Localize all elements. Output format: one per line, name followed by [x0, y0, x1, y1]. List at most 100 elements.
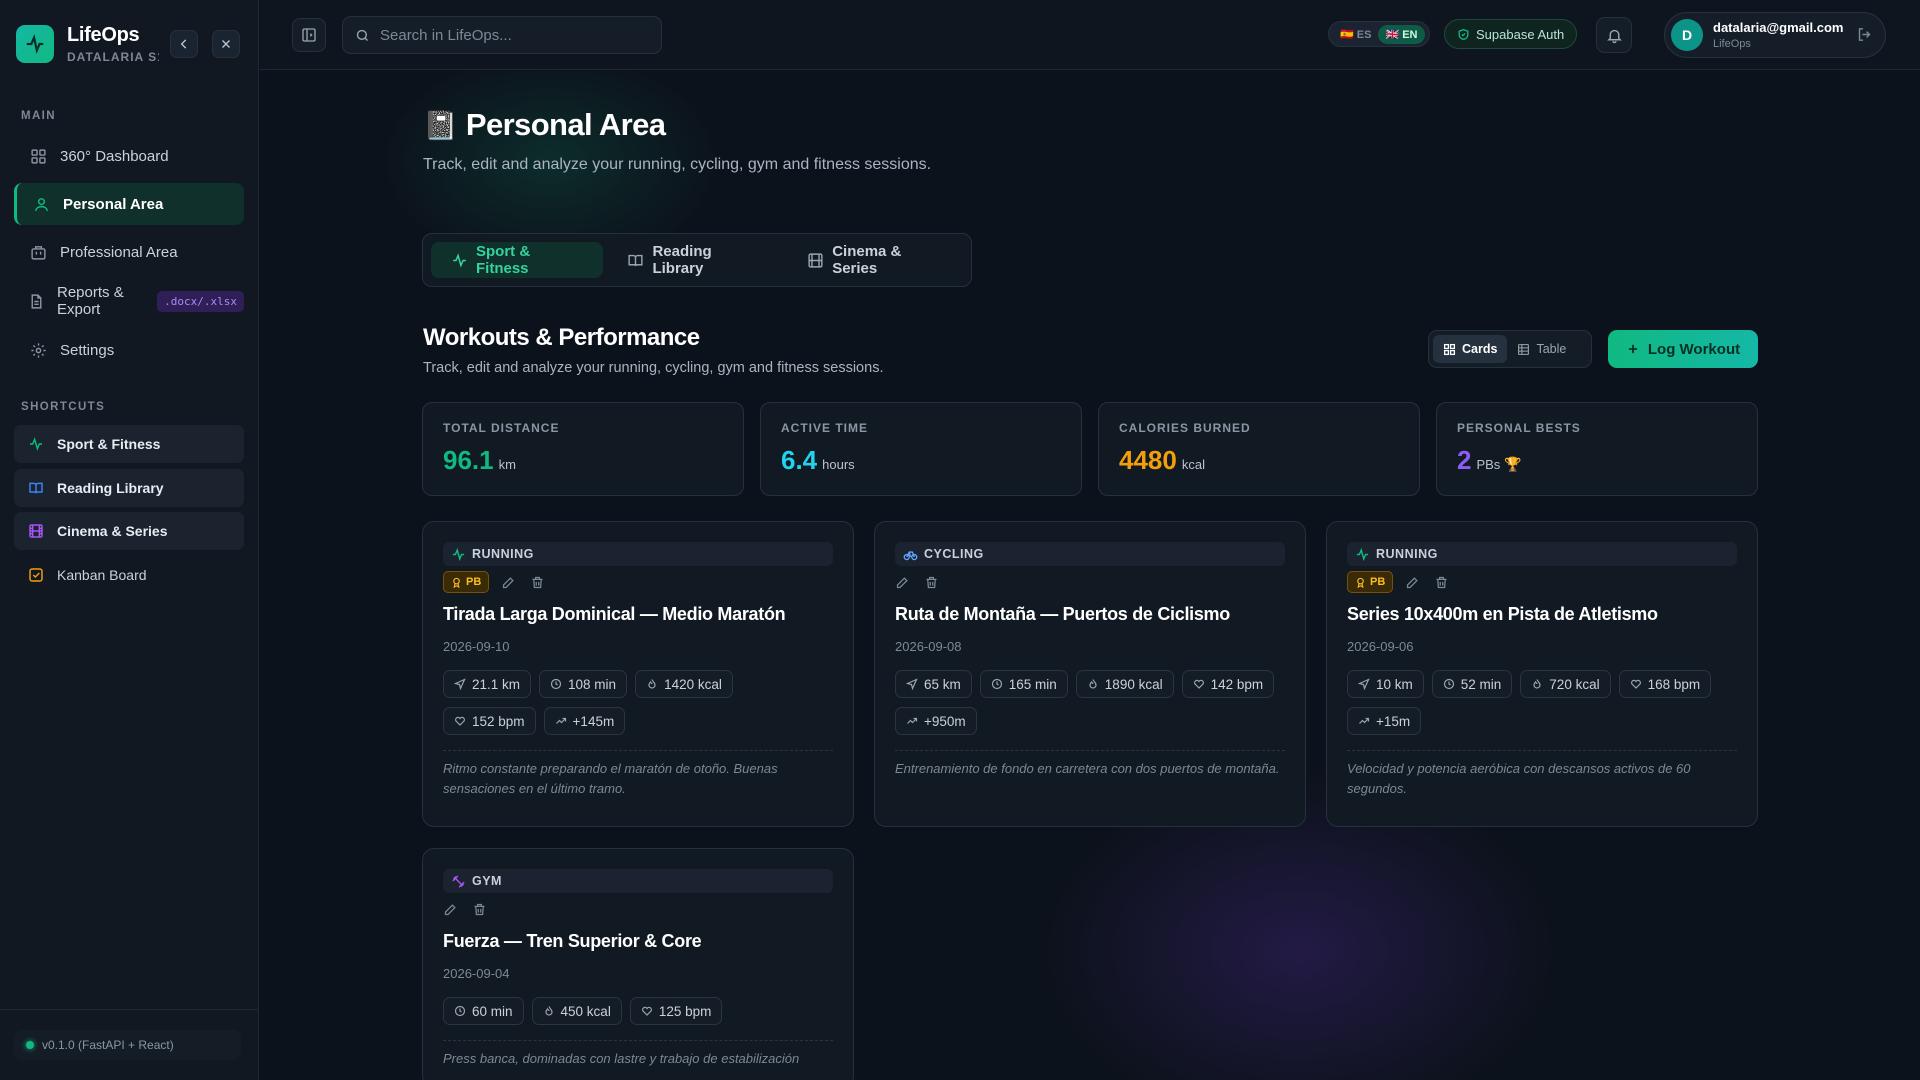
language-switch[interactable]: 🇪🇸 ES 🇬🇧 EN	[1328, 21, 1430, 47]
workout-card[interactable]: GYM Fuerza — Tren Superior & Core 2026-0…	[422, 848, 854, 1080]
elevation-chip: +145m	[543, 707, 626, 735]
book-icon	[627, 252, 644, 269]
elevation-chip: +15m	[1347, 707, 1422, 735]
elevation-chip: +950m	[895, 707, 977, 735]
nav-item-label: Reports & Export	[57, 284, 124, 318]
heart-icon	[1193, 678, 1205, 690]
trash-icon[interactable]	[924, 575, 939, 590]
user-app-label: LifeOps	[1713, 38, 1751, 50]
edit-icon[interactable]	[1405, 575, 1420, 590]
nav-item-label: Professional Area	[60, 243, 178, 261]
tab-cinema-series[interactable]: Cinema & Series	[787, 242, 967, 278]
sidebar-toggle-icon	[302, 28, 316, 42]
workout-note: Press banca, dominadas con lastre y trab…	[443, 1051, 800, 1066]
duration-chip: 60 min	[443, 997, 524, 1025]
auth-label: Supabase Auth	[1476, 26, 1565, 42]
notifications-button[interactable]	[1596, 17, 1632, 53]
clock-icon	[454, 1005, 466, 1017]
stat-calories-burned: CALORIES BURNED 4480 kcal	[1098, 402, 1420, 496]
toggle-sidebar-button[interactable]	[292, 18, 326, 52]
lang-option-es[interactable]: 🇪🇸 ES	[1333, 25, 1378, 44]
shortcut-reading-library[interactable]: Reading Library	[14, 469, 244, 507]
workout-card[interactable]: RUNNING PB Tirada Larga Dominical — Medi…	[422, 521, 854, 827]
workout-card[interactable]: RUNNING PB Series 10x400m en Pista de At…	[1326, 521, 1758, 827]
nav-item-settings[interactable]: Settings	[14, 329, 244, 371]
nav-item-dashboard[interactable]: 360° Dashboard	[14, 135, 244, 177]
trash-icon[interactable]	[472, 902, 487, 917]
heart-icon	[641, 1005, 653, 1017]
distance-chip: 10 km	[1347, 670, 1424, 698]
bell-icon	[1606, 29, 1622, 43]
heart-icon	[1630, 678, 1642, 690]
nav-item-personal-area[interactable]: Personal Area	[14, 183, 244, 225]
tab-label: Cinema & Series	[832, 243, 902, 277]
close-sidebar-button[interactable]	[212, 30, 240, 58]
film-icon	[27, 522, 45, 540]
navigation-icon	[906, 678, 918, 690]
logout-icon[interactable]	[1856, 26, 1873, 43]
shortcut-kanban-board[interactable]: Kanban Board	[14, 556, 244, 594]
user-email: datalaria@gmail.com	[1713, 20, 1844, 35]
duration-chip: 165 min	[979, 670, 1068, 698]
navigation-icon	[1358, 678, 1370, 690]
tab-label: Sport & Fitness	[476, 243, 531, 277]
chevron-left-icon	[180, 39, 187, 49]
trending-up-icon	[906, 715, 918, 727]
trophy-icon: 🏆	[1504, 456, 1522, 472]
gear-icon	[28, 340, 48, 360]
category-label: RUNNING	[443, 542, 833, 566]
collapse-sidebar-button[interactable]	[170, 30, 198, 58]
section-subtitle: Track, edit and analyze your running, cy…	[423, 360, 884, 376]
export-format-badge: .docx/.xlsx	[157, 290, 244, 312]
edit-icon[interactable]	[443, 902, 458, 917]
avatar: D	[1671, 19, 1703, 51]
user-menu[interactable]: D datalaria@gmail.com LifeOps	[1664, 12, 1886, 58]
page-subtitle: Track, edit and analyze your running, cy…	[423, 156, 932, 173]
navigation-icon	[454, 678, 466, 690]
tab-label: Reading Library	[652, 243, 712, 277]
close-icon	[222, 40, 230, 48]
workout-card[interactable]: CYCLING Ruta de Montaña — Puertos de Cic…	[874, 521, 1306, 827]
heart-icon	[454, 715, 466, 727]
auth-status-badge: Supabase Auth	[1444, 19, 1578, 49]
stat-personal-bests: PERSONAL BESTS 2 PBs 🏆	[1436, 402, 1758, 496]
log-workout-button[interactable]: Log Workout	[1608, 330, 1758, 368]
status-dot-icon	[26, 1041, 34, 1049]
trash-icon[interactable]	[1434, 575, 1449, 590]
spain-flag-icon: 🇪🇸	[1340, 28, 1354, 41]
calories-chip: 1890 kcal	[1075, 670, 1174, 698]
tab-reading-library[interactable]: Reading Library	[607, 242, 783, 278]
trending-up-icon	[1358, 715, 1370, 727]
edit-icon[interactable]	[895, 575, 910, 590]
duration-chip: 52 min	[1431, 670, 1513, 698]
main-section-label: MAIN	[21, 110, 56, 122]
workout-title: Series 10x400m en Pista de Atletismo	[1347, 604, 1658, 624]
search-input[interactable]	[380, 26, 640, 44]
trash-icon[interactable]	[530, 575, 545, 590]
heart-rate-chip: 142 bpm	[1181, 670, 1275, 698]
view-cards-button[interactable]: Cards	[1433, 335, 1508, 363]
workout-title: Tirada Larga Dominical — Medio Maratón	[443, 604, 786, 624]
flame-icon	[646, 678, 658, 690]
shortcut-label: Kanban Board	[57, 567, 147, 583]
file-icon	[28, 291, 45, 311]
nav-item-reports-export[interactable]: Reports & Export .docx/.xlsx	[14, 280, 244, 322]
shortcut-cinema-series[interactable]: Cinema & Series	[14, 512, 244, 550]
nav-item-professional-area[interactable]: Professional Area	[14, 231, 244, 273]
lang-option-en[interactable]: 🇬🇧 EN	[1378, 24, 1425, 44]
book-icon	[27, 479, 45, 497]
duration-chip: 108 min	[539, 670, 628, 698]
version-text: v0.1.0 (FastAPI + React)	[42, 1038, 174, 1052]
medal-icon	[1355, 577, 1366, 588]
edit-icon[interactable]	[501, 575, 516, 590]
dumbbell-icon	[451, 874, 466, 889]
shortcut-sport-fitness[interactable]: Sport & Fitness	[14, 425, 244, 463]
workout-note: Ritmo constante preparando el maratón de…	[443, 761, 778, 796]
main-content: 📓 Personal Area Track, edit and analyze …	[260, 71, 1920, 1080]
view-table-button[interactable]: Table	[1507, 335, 1576, 363]
stat-total-distance: TOTAL DISTANCE 96.1 km	[422, 402, 744, 496]
workout-note: Entrenamiento de fondo en carretera con …	[895, 761, 1280, 776]
search-icon	[356, 29, 368, 41]
shortcut-label: Reading Library	[57, 480, 164, 496]
tab-sport-fitness[interactable]: Sport & Fitness	[431, 242, 604, 278]
